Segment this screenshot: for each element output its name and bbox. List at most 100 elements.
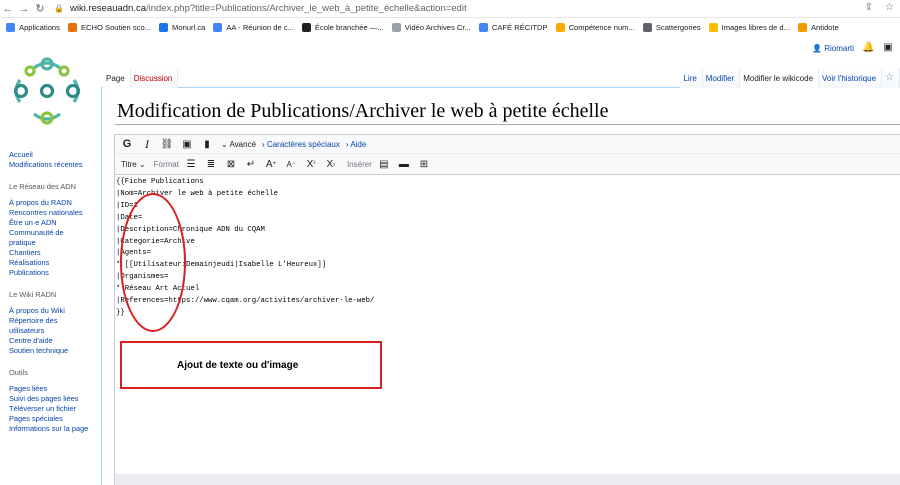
nowiki-icon[interactable]: ⊠: [223, 156, 239, 172]
wikitext-line: |Description=Chronique ADN du CQAM: [116, 225, 265, 234]
bookmark-item[interactable]: Images libres de d...: [708, 22, 790, 32]
sidebar-item-communaute[interactable]: Communauté de pratique: [9, 228, 69, 248]
bookmark-label: Compétence num...: [568, 22, 635, 32]
help-toggle[interactable]: › Aide: [346, 140, 366, 149]
redirect-icon[interactable]: ▬: [396, 156, 412, 172]
sidebar-item-about-radn[interactable]: À propos du RADN: [9, 198, 99, 208]
watch-tab[interactable]: ☆: [882, 68, 900, 88]
big-text-icon[interactable]: A +: [263, 156, 279, 172]
app-window: ← → ↻ 🔒 wiki.reseauadn.ca/index.php?titl…: [0, 0, 900, 485]
editor-bottom-bar: [115, 474, 900, 485]
italic-icon[interactable]: I: [139, 136, 155, 152]
bookmark-label: Vidéo Archives Cr...: [404, 22, 471, 32]
page-title: Modification de Publications/Archiver le…: [117, 100, 609, 122]
notifications-icon[interactable]: 🔔: [862, 42, 874, 54]
view-tabs: Lire Modifier Modifier le wikicode Voir …: [680, 68, 900, 88]
tab-discussion[interactable]: Discussion: [130, 68, 179, 88]
small-text-icon[interactable]: A −: [283, 156, 299, 172]
bookmark-favicon-icon: [159, 22, 169, 32]
bookmark-star-icon[interactable]: ☆: [885, 2, 894, 13]
sidebar-item-about-wiki[interactable]: À propos du Wiki: [9, 306, 99, 316]
subscript-icon[interactable]: X₂: [323, 156, 339, 172]
bookmark-item[interactable]: Compétence num...: [555, 22, 635, 32]
bookmark-item[interactable]: Applications: [6, 22, 60, 32]
bulleted-list-icon[interactable]: ☰: [183, 156, 199, 172]
heading-dropdown[interactable]: Titre ⌄: [121, 160, 146, 169]
wikitext-editor: G I ⛓ ▣ ▮ ⌄ Avancé › Caractères spéciaux…: [114, 134, 900, 485]
bookmark-item[interactable]: Vidéo Archives Cr...: [391, 22, 471, 32]
gallery-icon[interactable]: ▤: [376, 156, 392, 172]
bookmark-favicon-icon: [67, 22, 77, 32]
bookmark-item[interactable]: CAFÉ RÉCITDP: [478, 22, 548, 32]
wikitext-textarea[interactable]: {{Fiche Publications |Nom=Archiver le web…: [116, 177, 896, 320]
user-link[interactable]: 👤 Riomarti: [812, 44, 854, 53]
tab-read-label: Lire: [683, 74, 697, 83]
back-arrow-icon[interactable]: ←: [0, 3, 16, 15]
bookmark-item[interactable]: Scattergories: [642, 22, 701, 32]
bookmark-favicon-icon: [391, 22, 401, 32]
sidebar-item-publications[interactable]: Publications: [9, 268, 99, 278]
sidebar-item-etre-adn[interactable]: Être un·e ADN: [9, 218, 99, 228]
chevron-right-icon: ›: [345, 139, 349, 149]
signature-icon[interactable]: ▮: [199, 136, 215, 152]
url-field[interactable]: 🔒 wiki.reseauadn.ca/index.php?title=Publ…: [54, 3, 467, 14]
tab-history[interactable]: Voir l'historique: [819, 68, 883, 88]
messages-icon[interactable]: ▣: [882, 42, 894, 54]
table-icon[interactable]: ⊞: [416, 156, 432, 172]
sidebar-item-related-changes[interactable]: Suivi des pages liées: [9, 394, 99, 404]
bookmark-item[interactable]: Antidote: [797, 22, 839, 32]
tab-page[interactable]: Page: [103, 68, 131, 88]
tab-read[interactable]: Lire: [680, 68, 703, 88]
sidebar-item-user-directory[interactable]: Répertoire des utilisateurs: [9, 316, 69, 336]
site-logo[interactable]: [8, 54, 86, 128]
bookmark-item[interactable]: ECHO Soutien sco...: [67, 22, 151, 32]
share-icon[interactable]: ⇪: [865, 2, 873, 13]
user-icon: 👤: [812, 43, 822, 53]
sidebar-item-recent-changes[interactable]: Modifications récentes: [9, 160, 99, 170]
sidebar-item-what-links-here[interactable]: Pages liées: [9, 384, 99, 394]
wikitext-line: |Date=: [116, 213, 143, 222]
bookmark-label: AA - Réunion de c...: [226, 22, 294, 32]
sidebar-item-rencontres[interactable]: Rencontres nationales: [9, 208, 99, 218]
bookmark-favicon-icon: [478, 22, 488, 32]
sidebar-item-upload[interactable]: Téléverser un fichier: [9, 404, 99, 414]
sidebar-item-accueil[interactable]: Accueil: [9, 150, 99, 160]
numbered-list-icon[interactable]: ≣: [203, 156, 219, 172]
watch-star-icon: ☆: [885, 72, 894, 83]
bookmark-item[interactable]: Monurl.ca: [159, 22, 206, 32]
reload-icon[interactable]: ↻: [32, 2, 48, 15]
wikitext-line: |Categorie=Archive: [116, 237, 195, 246]
newline-icon[interactable]: ↵: [243, 156, 259, 172]
forward-arrow-icon[interactable]: →: [16, 3, 32, 15]
advanced-toggle[interactable]: ⌄ Avancé: [221, 140, 256, 149]
editor-toolbar-advanced: Titre ⌄ Format ☰ ≣ ⊠ ↵ A + A − X² X₂ Insér…: [115, 154, 900, 175]
bookmark-item[interactable]: École branchée —...: [301, 22, 384, 32]
sidebar-item-chantiers[interactable]: Chantiers: [9, 248, 99, 258]
sidebar-heading-wiki: Le Wiki RADN: [9, 290, 57, 299]
bookmark-item[interactable]: AA - Réunion de c...: [213, 22, 294, 32]
namespace-tabs: Page Discussion: [103, 68, 179, 88]
chevron-right-icon: ›: [262, 139, 265, 149]
sidebar-item-realisations[interactable]: Réalisations: [9, 258, 99, 268]
link-icon[interactable]: ⛓: [159, 136, 175, 152]
url-path: /index.php?title=Publications/Archiver_l…: [146, 3, 467, 14]
sidebar-item-page-info[interactable]: Informations sur la page: [9, 424, 99, 434]
bookmark-label: Monurl.ca: [172, 22, 206, 32]
tab-edit-source[interactable]: Modifier le wikicode: [740, 68, 820, 88]
tab-edit[interactable]: Modifier: [702, 68, 741, 88]
sidebar-item-tech-support[interactable]: Soutien technique: [9, 346, 99, 356]
url-domain: wiki.reseauadn.ca: [69, 3, 147, 14]
tab-edit-label: Modifier: [705, 74, 735, 83]
sidebar-item-special-pages[interactable]: Pages spéciales: [9, 414, 99, 424]
wikitext-line: {{Fiche Publications: [116, 178, 204, 186]
sidebar-item-help-center[interactable]: Centre d'aide: [9, 336, 99, 346]
lock-icon: 🔒: [54, 4, 64, 13]
editor-toolbar-main: G I ⛓ ▣ ▮ ⌄ Avancé › Caractères spéciaux…: [115, 135, 900, 154]
heading-label: Titre: [121, 159, 137, 169]
image-icon[interactable]: ▣: [179, 136, 195, 152]
bold-icon[interactable]: G: [119, 136, 135, 152]
special-chars-toggle[interactable]: › Caractères spéciaux: [262, 140, 340, 149]
superscript-icon[interactable]: X²: [303, 156, 319, 172]
annotation-text: Ajout de texte ou d'image: [177, 359, 299, 371]
address-bar: ← → ↻ 🔒 wiki.reseauadn.ca/index.php?titl…: [0, 0, 900, 18]
